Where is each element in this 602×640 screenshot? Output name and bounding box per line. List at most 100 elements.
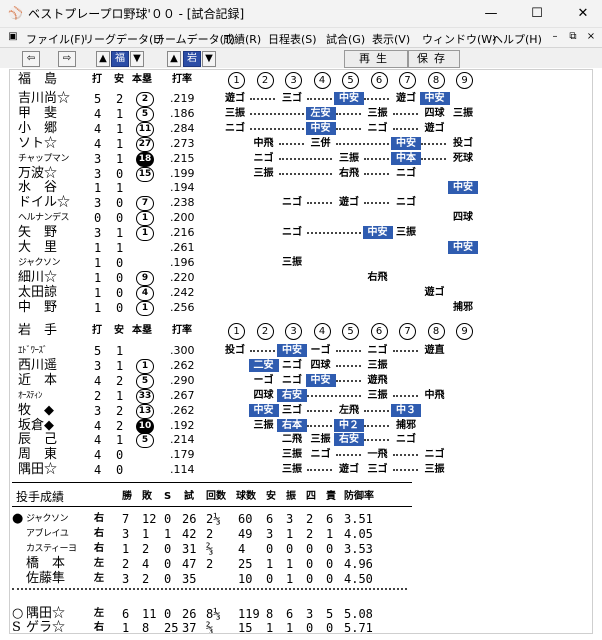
player-at-bats: 4	[94, 373, 102, 388]
team2-up-icon[interactable]: ▲	[167, 51, 181, 67]
close-icon[interactable]: ✕	[560, 0, 602, 27]
team2-tab[interactable]: 岩	[183, 51, 201, 67]
pitcher-w: 2	[122, 556, 130, 571]
player-at-bats: 5	[94, 344, 102, 358]
pitcher-name[interactable]: ゲラ☆	[26, 621, 65, 633]
player-name[interactable]: 牧 ◆	[18, 403, 54, 418]
player-name[interactable]: 小 郷	[18, 121, 57, 136]
player-name[interactable]: 西川遥	[18, 358, 57, 373]
at-bat-result: ニゴ	[282, 197, 302, 209]
player-homers: 7	[136, 196, 154, 212]
pitcher-name[interactable]: カスティーヨ	[26, 542, 77, 556]
menu-help[interactable]: ヘルプ(H)	[492, 31, 542, 47]
pitcher-so: 1	[286, 571, 294, 586]
pitcher-h: 0	[266, 571, 274, 586]
pitcher-name[interactable]: 佐藤隼	[26, 571, 65, 586]
player-name[interactable]: 近 本	[18, 373, 57, 388]
player-name[interactable]: 甲 斐	[18, 106, 57, 121]
header-at-bat: 打	[92, 325, 102, 336]
player-name[interactable]: 周 東	[18, 448, 57, 462]
pitcher-np: 4	[238, 541, 246, 556]
player-homers: 11	[136, 121, 154, 137]
player-name[interactable]: 隅田☆	[18, 463, 57, 477]
menu-league-data[interactable]: リーグデータ(L)	[83, 31, 164, 47]
player-name[interactable]: 中 野	[18, 300, 57, 315]
player-name[interactable]: 水 谷	[18, 181, 57, 195]
play-button[interactable]: 再生	[344, 50, 408, 68]
player-name[interactable]: 細川☆	[18, 270, 57, 285]
at-bat-result: 中本	[391, 151, 421, 165]
pitcher-row: ● ジャクソン右 7 12 0 26 2⅓ 60 6 3 2 6 3.51	[10, 512, 592, 527]
player-name[interactable]: ドイル☆	[18, 196, 70, 210]
header-hits: 安	[114, 325, 124, 336]
menu-stats[interactable]: 成績(R)	[223, 31, 261, 47]
pitcher-er: 0	[326, 621, 334, 634]
player-hits: 1	[116, 344, 124, 358]
child-close-icon[interactable]: ×	[584, 30, 598, 44]
pitching-title: 投手成績	[16, 490, 65, 504]
player-avg: .192	[170, 418, 195, 432]
player-hits: 1	[116, 226, 124, 241]
menu-window[interactable]: ウィンドウ(W)	[422, 31, 496, 47]
team-name: 岩 手	[18, 323, 58, 338]
menu-game[interactable]: 試合(G)	[326, 31, 365, 47]
player-homers: 33	[136, 388, 154, 404]
pitcher-name[interactable]: 隅田☆	[26, 606, 65, 621]
at-bat-result: 二飛	[282, 434, 302, 446]
at-bat-result: 左安	[305, 106, 336, 120]
player-name[interactable]: ジャクソン	[18, 256, 61, 270]
at-bat-result: 遊ゴ	[396, 93, 416, 104]
maximize-icon[interactable]: ☐	[514, 0, 560, 27]
pitcher-l: 8	[142, 621, 150, 634]
team1-tab[interactable]: 福	[111, 51, 129, 67]
pitcher-er: 0	[326, 556, 334, 571]
pitcher-name[interactable]: 橋 本	[26, 556, 65, 571]
player-name[interactable]: 万波☆	[18, 166, 57, 181]
pitcher-name[interactable]: ジャクソン	[26, 512, 69, 526]
pitching-separator	[12, 588, 407, 590]
prev-arrow-icon[interactable]: ⇦	[22, 51, 40, 67]
player-name[interactable]: 大 里	[18, 241, 57, 255]
pitcher-h: 6	[266, 512, 274, 526]
menu-file[interactable]: ファイル(F)	[26, 31, 85, 47]
player-name[interactable]: ｴﾄﾞﾜｰｽﾞ	[18, 344, 48, 358]
pitcher-ip: 2⅓	[206, 512, 221, 526]
next-arrow-icon[interactable]: ⇨	[58, 51, 76, 67]
child-minimize-icon[interactable]: –	[548, 30, 562, 44]
pitcher-name[interactable]: アブレイユ	[26, 527, 69, 541]
player-name[interactable]: 吉川尚☆	[18, 92, 70, 106]
at-bat-result: 中３	[391, 403, 421, 417]
menu-schedule[interactable]: 日程表(S)	[268, 31, 317, 47]
team1-up-icon[interactable]: ▲	[96, 51, 110, 67]
pitcher-l: 1	[142, 526, 150, 541]
at-bat-result: ニゴ	[225, 122, 245, 134]
player-name[interactable]: 辰 己	[18, 433, 57, 447]
at-bat-result: 死球	[453, 152, 473, 164]
pitcher-er: 0	[326, 541, 334, 556]
menu-view[interactable]: 表示(V)	[372, 31, 410, 47]
child-restore-icon[interactable]: ⧉	[566, 30, 580, 44]
pitching-header: 試	[184, 491, 194, 502]
player-name[interactable]: チャップマン	[18, 152, 69, 166]
at-bat-result: 中飛	[253, 137, 274, 149]
player-hits: 0	[116, 166, 124, 181]
team2-down-icon[interactable]: ▼	[202, 51, 216, 67]
pitcher-s: 0	[164, 606, 172, 621]
player-avg: .261	[170, 241, 195, 254]
player-name[interactable]: 矢 野	[18, 226, 57, 240]
pitcher-g: 26	[182, 606, 197, 621]
at-bat-result: 中安	[448, 241, 478, 254]
save-button[interactable]: 保存	[408, 50, 460, 68]
pitcher-np: 49	[238, 526, 253, 541]
player-name[interactable]: ｵｰｽﾃｨﾝ	[18, 389, 43, 403]
player-name[interactable]: 坂倉◆	[18, 418, 54, 433]
player-name[interactable]: ヘルナンデス	[18, 211, 70, 225]
document-icon[interactable]: ▣	[6, 30, 20, 44]
team1-down-icon[interactable]: ▼	[130, 51, 144, 67]
player-at-bats: 1	[94, 285, 102, 300]
player-name[interactable]: ソト☆	[18, 136, 57, 151]
player-name[interactable]: 太田諒	[18, 285, 57, 300]
pitcher-row: アブレイユ右 3 1 1 42 2 49 3 1 2 1 4.05	[10, 527, 592, 541]
minimize-icon[interactable]: —	[468, 0, 514, 27]
player-row: ソト☆ 4 1 27 .273 中飛 三併 中安 投ゴ	[10, 136, 592, 152]
